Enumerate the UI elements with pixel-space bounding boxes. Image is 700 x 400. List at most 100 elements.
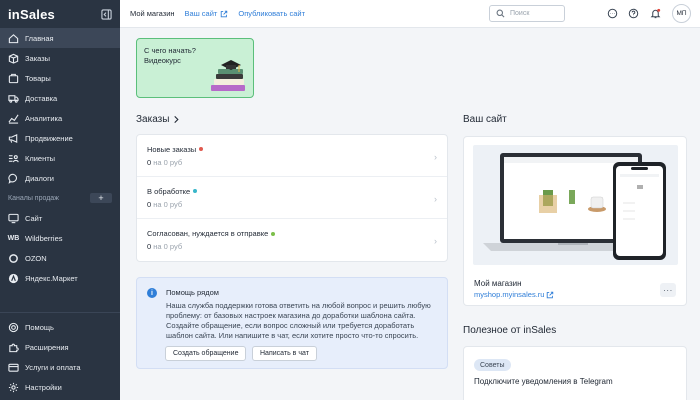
sidebar-item-label: Главная: [25, 33, 54, 43]
order-count: 0: [147, 157, 152, 167]
avatar[interactable]: МП: [672, 4, 691, 23]
sidebar-item-dialogs[interactable]: Диалоги: [0, 168, 120, 188]
sidebar-item-label: Клиенты: [25, 153, 56, 163]
sidebar-item-label: Заказы: [25, 53, 51, 63]
order-sum: 0 на 0 руб: [147, 242, 437, 251]
chevron-right-icon: ›: [434, 236, 437, 246]
topbar: Мой магазин Ваш сайт Опубликовать сайт П…: [120, 0, 700, 28]
chat-icon: [8, 173, 19, 184]
useful-text: Подключите уведомления в Telegram: [474, 377, 613, 386]
chevron-right-icon: ›: [434, 194, 437, 204]
sidebar-item-label: Настройки: [25, 382, 62, 392]
useful-card[interactable]: Советы Подключите уведомления в Telegram: [463, 346, 687, 400]
order-label: В обработке: [147, 186, 191, 196]
box-icon: [8, 53, 19, 64]
sidebar: inSales Главная Заказы Товары Доставка А…: [0, 0, 120, 400]
order-label: Новые заказы: [147, 144, 197, 154]
search-placeholder: Поиск: [510, 10, 530, 17]
collapse-sidebar-icon[interactable]: [100, 8, 112, 20]
question-icon[interactable]: [627, 7, 640, 20]
help-icon: [8, 322, 19, 333]
external-link-icon: [221, 10, 228, 17]
order-row-processing[interactable]: В обработке 0 на 0 руб ›: [137, 177, 447, 219]
create-ticket-button[interactable]: Создать обращение: [165, 346, 247, 361]
info-icon: i: [147, 288, 157, 298]
site-preview[interactable]: [473, 145, 678, 265]
add-channel-button[interactable]: +: [90, 193, 112, 203]
sidebar-item-label: OZON: [25, 253, 47, 263]
sidebar-item-billing[interactable]: Услуги и оплата: [0, 357, 120, 377]
bottom-nav: Помощь Расширения Услуги и оплата Настро…: [0, 317, 120, 397]
users-icon: [8, 153, 19, 164]
sidebar-item-label: Расширения: [25, 342, 69, 352]
sidebar-item-site[interactable]: Сайт: [0, 208, 120, 228]
sidebar-item-delivery[interactable]: Доставка: [0, 88, 120, 108]
your-site-header: Ваш сайт: [463, 114, 507, 125]
sidebar-divider: [0, 312, 120, 313]
order-amount: на 0 руб: [153, 242, 183, 251]
more-dots-icon: ···: [663, 285, 673, 295]
logo[interactable]: inSales: [8, 7, 55, 22]
orders-header[interactable]: Заказы: [136, 114, 180, 125]
sidebar-item-promotion[interactable]: Продвижение: [0, 128, 120, 148]
sidebar-item-wildberries[interactable]: WB Wildberries: [0, 228, 120, 248]
search-icon: [496, 9, 505, 18]
your-site-link[interactable]: Ваш сайт: [185, 9, 229, 18]
sidebar-item-label: Диалоги: [25, 173, 54, 183]
monitor-icon: [8, 213, 19, 224]
site-url-text: myshop.myinsales.ru: [474, 290, 545, 299]
order-count: 0: [147, 199, 152, 209]
order-row-new[interactable]: Новые заказы 0 на 0 руб ›: [137, 135, 447, 177]
site-url-link[interactable]: myshop.myinsales.ru: [474, 290, 554, 299]
sidebar-item-label: Помощь: [25, 322, 54, 332]
messages-icon[interactable]: [606, 7, 619, 20]
sidebar-item-help[interactable]: Помощь: [0, 317, 120, 337]
yandex-market-icon: [8, 273, 19, 284]
sidebar-item-ozon[interactable]: OZON: [0, 248, 120, 268]
order-title: Согласован, нуждается в отправке: [147, 229, 437, 238]
sidebar-item-analytics[interactable]: Аналитика: [0, 108, 120, 128]
tips-chip: Советы: [474, 359, 511, 371]
puzzle-icon: [8, 342, 19, 353]
books-illustration: [211, 60, 245, 91]
more-options-button[interactable]: ···: [660, 283, 676, 297]
sidebar-item-orders[interactable]: Заказы: [0, 48, 120, 68]
channels-label: Каналы продаж: [8, 194, 59, 202]
sidebar-item-extensions[interactable]: Расширения: [0, 337, 120, 357]
sidebar-item-yandex-market[interactable]: Яндекс.Маркет: [0, 268, 120, 288]
order-row-ready-to-ship[interactable]: Согласован, нуждается в отправке 0 на 0 …: [137, 219, 447, 261]
store-name-link[interactable]: Мой магазин: [130, 9, 175, 18]
your-site-title: Ваш сайт: [463, 114, 507, 125]
help-text: Наша служба поддержки готова ответить на…: [166, 301, 431, 340]
chart-icon: [8, 113, 19, 124]
chevron-right-icon: ›: [434, 152, 437, 162]
external-link-icon: [547, 291, 554, 298]
bell-icon[interactable]: [649, 7, 662, 20]
devices-mockup-illustration: [483, 153, 666, 260]
video-course-banner[interactable]: С чего начать? Видеокурс: [136, 38, 254, 98]
order-amount: на 0 руб: [153, 157, 183, 167]
order-sum: 0 на 0 руб: [147, 200, 437, 209]
search-input[interactable]: Поиск: [489, 5, 565, 22]
sidebar-header: inSales: [0, 0, 120, 28]
publish-site-link[interactable]: Опубликовать сайт: [238, 9, 305, 18]
order-title: В обработке: [147, 187, 437, 196]
write-chat-button[interactable]: Написать в чат: [252, 346, 317, 361]
sidebar-item-label: Товары: [25, 73, 51, 83]
order-count: 0: [147, 242, 152, 251]
sidebar-item-settings[interactable]: Настройки: [0, 377, 120, 397]
orders-title: Заказы: [136, 114, 170, 125]
channels-nav: Сайт WB Wildberries OZON Яндекс.Маркет: [0, 208, 120, 288]
gear-icon: [8, 382, 19, 393]
sidebar-item-products[interactable]: Товары: [0, 68, 120, 88]
megaphone-icon: [8, 133, 19, 144]
site-card: Мой магазин myshop.myinsales.ru ···: [463, 136, 687, 306]
useful-header: Полезное от inSales: [463, 325, 556, 336]
sidebar-item-label: Яндекс.Маркет: [25, 273, 78, 283]
order-label: Согласован, нуждается в отправке: [147, 229, 269, 238]
orders-card: Новые заказы 0 на 0 руб › В обработке 0 …: [136, 134, 448, 262]
sidebar-item-home[interactable]: Главная: [0, 28, 120, 48]
sidebar-item-label: Аналитика: [25, 113, 63, 123]
status-dot: [271, 231, 276, 236]
sidebar-item-clients[interactable]: Клиенты: [0, 148, 120, 168]
